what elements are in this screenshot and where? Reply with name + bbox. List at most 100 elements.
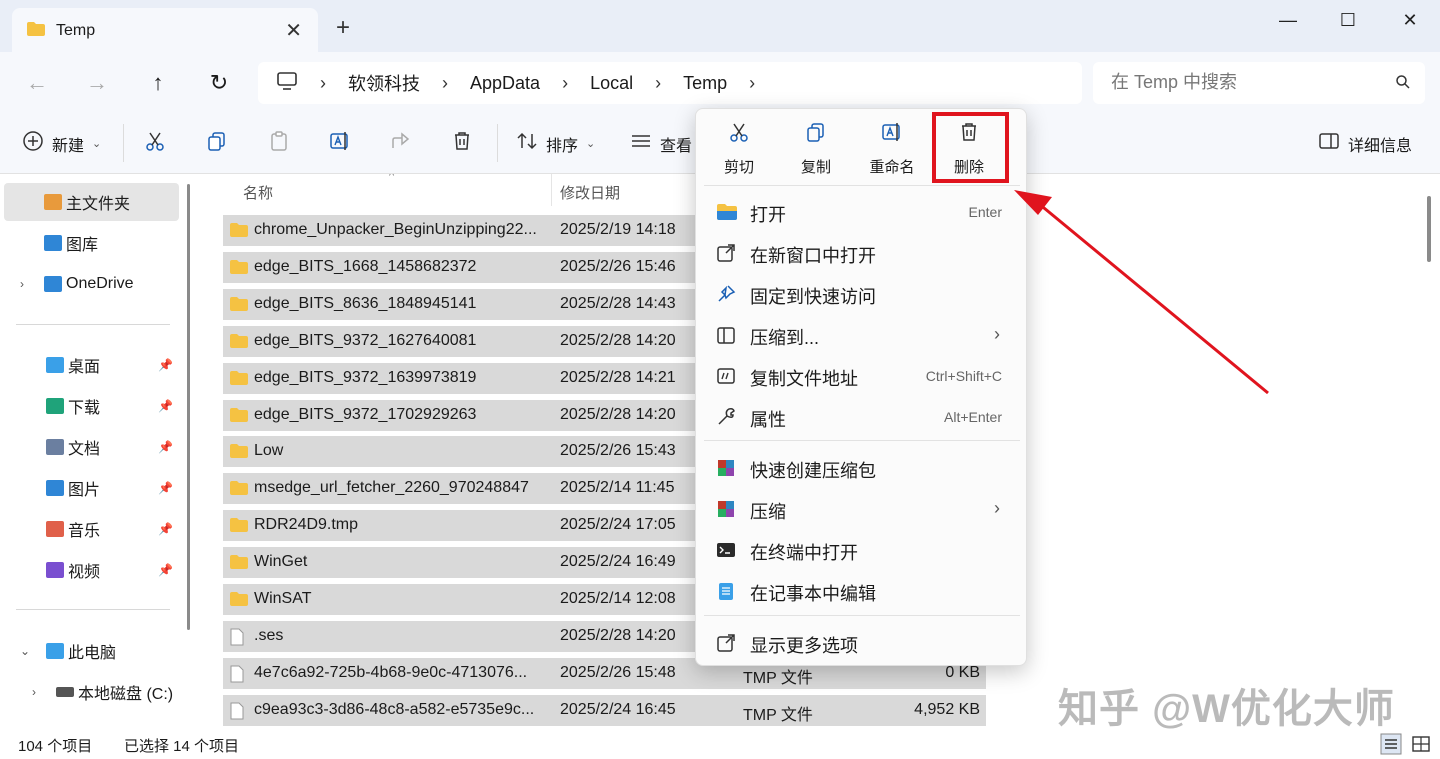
close-window-button[interactable]: ✕ [1390, 6, 1430, 34]
search-icon[interactable] [1395, 74, 1411, 95]
chevron-right-icon[interactable]: › [320, 73, 326, 94]
crumb-1[interactable]: AppData [470, 73, 540, 94]
pin-icon[interactable]: 📌 [158, 440, 173, 454]
view-button[interactable]: 查看 [630, 130, 692, 157]
menu-item-edit-notepad[interactable]: 在记事本中编辑 [702, 571, 1022, 609]
computer-icon [46, 643, 64, 659]
chevron-right-icon[interactable]: › [20, 277, 24, 291]
menu-item-pin-quick-access[interactable]: 固定到快速访问 [702, 274, 1022, 312]
menu-item-open[interactable]: 打开 Enter [702, 192, 1022, 230]
sort-button[interactable]: 排序 ⌄ [516, 130, 595, 157]
sidebar-item-videos[interactable]: 视频 📌 [4, 551, 179, 589]
column-header-date[interactable]: 修改日期 [560, 182, 620, 203]
rename-action[interactable]: 重命名 [861, 121, 923, 181]
sidebar-item-gallery[interactable]: 图库 [4, 224, 179, 262]
new-tab-button[interactable]: + [336, 16, 350, 40]
search-input[interactable] [1111, 72, 1381, 93]
file-date: 2025/2/28 14:43 [560, 294, 676, 312]
menu-item-compress-to[interactable]: 压缩到... › [702, 315, 1022, 353]
sidebar-item-home[interactable]: 主文件夹 [4, 183, 179, 221]
folder-icon [229, 554, 249, 575]
menu-item-compress[interactable]: 压缩 › [702, 489, 1022, 527]
pin-icon[interactable]: 📌 [158, 399, 173, 413]
breadcrumb[interactable]: › 软领科技 › AppData › Local › Temp › [258, 62, 1082, 104]
folder-icon [229, 222, 249, 243]
menu-item-label: 在终端中打开 [750, 543, 858, 563]
crumb-2[interactable]: Local [590, 73, 633, 94]
sidebar-item-documents[interactable]: 文档 📌 [4, 428, 179, 466]
chevron-right-icon[interactable]: › [749, 73, 755, 94]
new-label: 新建 [52, 137, 85, 155]
cut-action[interactable]: 剪切 [708, 121, 770, 181]
file-size: 0 KB [945, 663, 980, 681]
item-count: 104 个项目 [18, 738, 93, 755]
minimize-button[interactable]: — [1268, 6, 1308, 34]
this-pc-icon[interactable] [276, 71, 298, 96]
file-name: chrome_Unpacker_BeginUnzipping22... [254, 221, 537, 238]
tab-temp[interactable]: Temp ✕ [12, 8, 318, 52]
pin-icon [716, 284, 736, 309]
sidebar-item-onedrive[interactable]: › OneDrive [4, 265, 179, 303]
file-name: .ses [254, 626, 284, 644]
scrollbar-thumb[interactable] [1427, 196, 1431, 262]
menu-item-show-more[interactable]: 显示更多选项 [702, 623, 1022, 661]
forward-icon[interactable]: → [82, 68, 112, 98]
crumb-0[interactable]: 软领科技 [348, 70, 420, 96]
search-box[interactable] [1093, 62, 1425, 104]
sidebar-item-music[interactable]: 音乐 📌 [4, 510, 179, 548]
rename-label: 重命名 [869, 159, 915, 176]
tiles-view-icon[interactable] [1410, 733, 1432, 759]
table-row[interactable]: c9ea93c3-3d86-48c8-a582-e5735e9c... 2025/… [223, 694, 986, 726]
pin-icon[interactable]: 📌 [158, 358, 173, 372]
view-label: 查看 [660, 137, 693, 155]
sidebar-item-local-disk[interactable]: › 本地磁盘 (C:) [4, 673, 179, 711]
copy-button[interactable] [206, 130, 228, 157]
share-button[interactable] [390, 130, 412, 157]
sidebar-scrollbar[interactable] [187, 184, 190, 630]
details-view-icon[interactable] [1380, 733, 1402, 759]
file-icon [229, 628, 245, 651]
paste-button[interactable] [268, 130, 290, 157]
chevron-right-icon[interactable]: › [655, 73, 661, 94]
up-icon[interactable]: ↑ [143, 68, 173, 98]
menu-item-properties[interactable]: 属性 Alt+Enter [702, 397, 1022, 435]
copy-path-icon [716, 366, 736, 391]
sidebar-item-label: 此电脑 [68, 645, 117, 662]
chevron-right-icon[interactable]: › [562, 73, 568, 94]
file-icon [229, 665, 245, 688]
maximize-button[interactable]: ☐ [1328, 6, 1368, 34]
divider [16, 324, 170, 325]
home-icon [44, 194, 62, 210]
sidebar-item-this-pc[interactable]: ⌄ 此电脑 [4, 632, 179, 670]
crumb-3[interactable]: Temp [683, 73, 727, 94]
copy-action[interactable]: 复制 [785, 121, 847, 181]
details-button[interactable]: 详细信息 [1318, 130, 1412, 157]
address-bar: ← → ↑ ↻ › 软领科技 › AppData › Local › Temp … [0, 52, 1440, 112]
sidebar-item-pictures[interactable]: 图片 📌 [4, 469, 179, 507]
sidebar-item-label: OneDrive [66, 275, 134, 292]
sidebar-item-downloads[interactable]: 下载 📌 [4, 387, 179, 425]
pin-icon[interactable]: 📌 [158, 522, 173, 536]
menu-item-open-new-window[interactable]: 在新窗口中打开 [702, 233, 1022, 271]
menu-item-quick-archive[interactable]: 快速创建压缩包 [702, 448, 1022, 486]
menu-item-open-terminal[interactable]: 在终端中打开 [702, 530, 1022, 568]
paste-icon [268, 130, 290, 157]
cut-button[interactable] [144, 130, 166, 157]
pin-icon[interactable]: 📌 [158, 563, 173, 577]
sidebar-item-desktop[interactable]: 桌面 📌 [4, 346, 179, 384]
rename-button[interactable] [329, 130, 351, 157]
chevron-down-icon[interactable]: ⌄ [20, 644, 30, 658]
refresh-icon[interactable]: ↻ [204, 68, 234, 98]
chevron-right-icon[interactable]: › [442, 73, 448, 94]
delete-button[interactable] [451, 130, 473, 157]
pin-icon[interactable]: 📌 [158, 481, 173, 495]
column-header-name[interactable]: 名称 [243, 182, 273, 203]
chevron-right-icon[interactable]: › [32, 685, 36, 699]
notepad-icon [716, 581, 736, 606]
back-icon[interactable]: ← [22, 68, 52, 98]
menu-item-copy-path[interactable]: 复制文件地址 Ctrl+Shift+C [702, 356, 1022, 394]
new-button[interactable]: 新建 ⌄ [22, 130, 101, 157]
column-separator[interactable] [551, 174, 552, 206]
terminal-icon [716, 540, 736, 565]
tab-close-icon[interactable]: ✕ [285, 18, 302, 43]
